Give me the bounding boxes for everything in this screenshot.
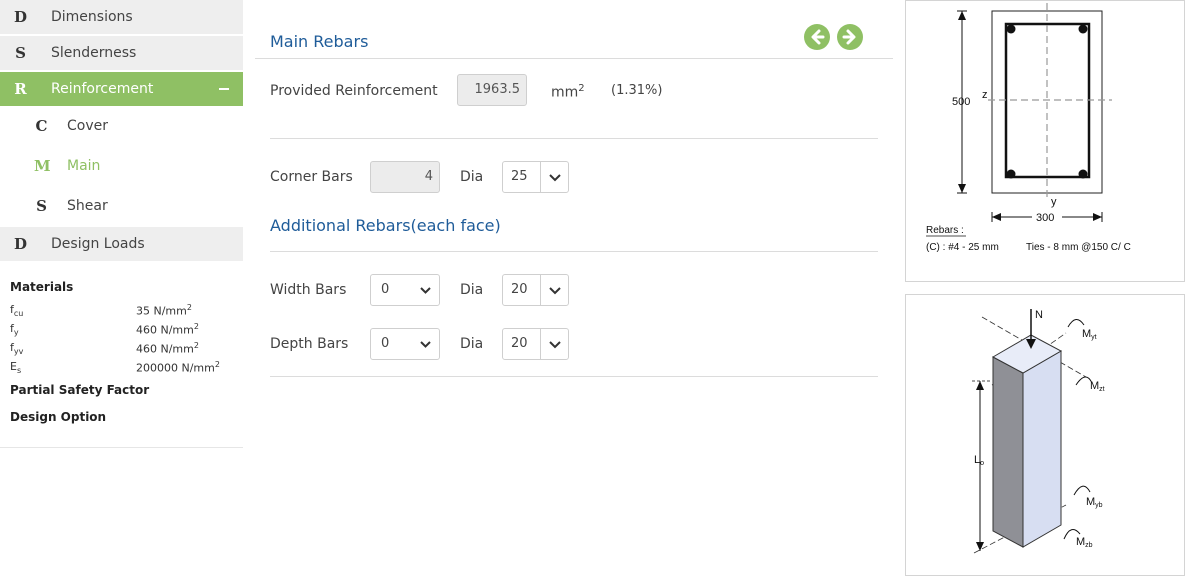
nav-letter: R xyxy=(14,80,27,98)
nav-label: Slenderness xyxy=(51,45,137,61)
column-section-diagram: 500 300 z y Rebars : (C) : #4 - 25 mm Ti… xyxy=(926,3,1131,253)
materials-panel: Materials fcu 35 N/mm2 fy 460 N/mm2 fyv … xyxy=(0,263,243,448)
nav-label: Dimensions xyxy=(51,9,133,25)
chevron-down-icon xyxy=(420,341,431,348)
myt-label: Myt xyxy=(1082,328,1097,341)
width-bars-label: Width Bars xyxy=(270,282,347,298)
provided-unit: mm2 xyxy=(551,83,585,101)
partial-safety-factor-title: Partial Safety Factor xyxy=(10,383,150,397)
arrow-left-icon xyxy=(811,29,825,45)
nav-label: Shear xyxy=(67,198,108,214)
sidebar-item-cover[interactable]: C Cover xyxy=(0,107,243,145)
sidebar-item-main[interactable]: M Main xyxy=(0,146,243,186)
corner-dia-label: Dia xyxy=(460,169,484,185)
prev-button[interactable] xyxy=(804,24,830,50)
nav-label: Reinforcement xyxy=(51,81,154,97)
mzt-label: Mzt xyxy=(1090,380,1105,393)
nav-letter: C xyxy=(35,117,48,135)
depth-bars-label: Depth Bars xyxy=(270,336,349,352)
rebar-top-left xyxy=(1006,24,1016,34)
height-dim-label: 500 xyxy=(952,96,970,108)
nav-letter: S xyxy=(36,197,47,215)
corner-bars-label: Corner Bars xyxy=(270,169,353,185)
chevron-down-icon xyxy=(420,287,431,294)
divider xyxy=(270,138,878,139)
materials-title: Materials xyxy=(10,280,74,294)
corner-bars-value: 4 xyxy=(370,161,440,193)
chevron-down-icon xyxy=(549,287,561,295)
nav-letter: M xyxy=(34,157,51,175)
nav-label: Design Loads xyxy=(51,236,145,252)
sidebar-item-reinforcement[interactable]: R Reinforcement xyxy=(0,72,243,106)
divider xyxy=(270,376,878,377)
sidebar-item-design-loads[interactable]: D Design Loads xyxy=(0,227,243,262)
sidebar-item-slenderness[interactable]: S Slenderness xyxy=(0,36,243,71)
depth-dia-select[interactable]: 20 xyxy=(502,328,569,360)
width-bars-select[interactable]: 0 xyxy=(370,274,440,306)
rebar-top-right xyxy=(1078,24,1088,34)
column-front-face xyxy=(1022,350,1062,548)
myb-label: Myb xyxy=(1086,496,1103,509)
ties-value: Ties - 8 mm @150 C/ C xyxy=(1026,242,1131,253)
sidebar-item-dimensions[interactable]: D Dimensions xyxy=(0,0,243,35)
rebars-value: (C) : #4 - 25 mm xyxy=(926,242,999,253)
arrow-right-icon xyxy=(842,29,856,45)
depth-dia-label: Dia xyxy=(460,336,484,352)
width-dim-label: 300 xyxy=(1036,212,1054,224)
y-axis-label: y xyxy=(1051,196,1057,208)
nav-label: Cover xyxy=(67,118,108,134)
depth-bars-select[interactable]: 0 xyxy=(370,328,440,360)
chevron-down-icon xyxy=(549,341,561,349)
nav-letter: D xyxy=(13,8,27,26)
provided-reinforcement-label: Provided Reinforcement xyxy=(270,83,438,99)
divider xyxy=(255,58,893,59)
design-option-title: Design Option xyxy=(10,410,107,424)
sidebar-item-shear[interactable]: S Shear xyxy=(0,186,243,226)
sidebar: D Dimensions S Slenderness R Reinforceme… xyxy=(0,0,243,448)
main-rebars-title: Main Rebars xyxy=(270,32,369,51)
column-side-face xyxy=(992,356,1024,548)
lo-label: Lo xyxy=(974,454,984,467)
rebar-bottom-right xyxy=(1078,169,1088,179)
section-diagram-panel: 500 300 z y Rebars : (C) : #4 - 25 mm Ti… xyxy=(905,0,1185,282)
mzb-label: Mzb xyxy=(1076,536,1093,549)
collapse-icon[interactable] xyxy=(219,88,229,90)
page: D Dimensions S Slenderness R Reinforceme… xyxy=(0,0,1189,580)
nav-letter: D xyxy=(13,235,27,253)
additional-rebars-title: Additional Rebars(each face) xyxy=(270,216,501,235)
chevron-down-icon xyxy=(549,174,561,182)
rebar-bottom-left xyxy=(1006,169,1016,179)
divider xyxy=(270,251,878,252)
z-axis-label: z xyxy=(982,89,988,101)
n-load-label: N xyxy=(1035,309,1043,321)
provided-percentage: (1.31%) xyxy=(611,83,663,98)
width-dia-label: Dia xyxy=(460,282,484,298)
main-panel: Main Rebars Provided Reinforcement 1963.… xyxy=(255,0,893,580)
nav-letter: S xyxy=(15,44,26,62)
nav-label: Main xyxy=(67,158,101,174)
rebars-caption: Rebars : xyxy=(926,225,964,236)
next-button[interactable] xyxy=(837,24,863,50)
width-dia-select[interactable]: 20 xyxy=(502,274,569,306)
corner-dia-select[interactable]: 25 xyxy=(502,161,569,193)
column-diagram-panel: N Myt Mzt Lo Myb Mzb xyxy=(905,294,1185,576)
column-3d-diagram: N Myt Mzt Lo Myb Mzb xyxy=(972,309,1105,554)
provided-reinforcement-value: 1963.5 xyxy=(457,74,527,106)
